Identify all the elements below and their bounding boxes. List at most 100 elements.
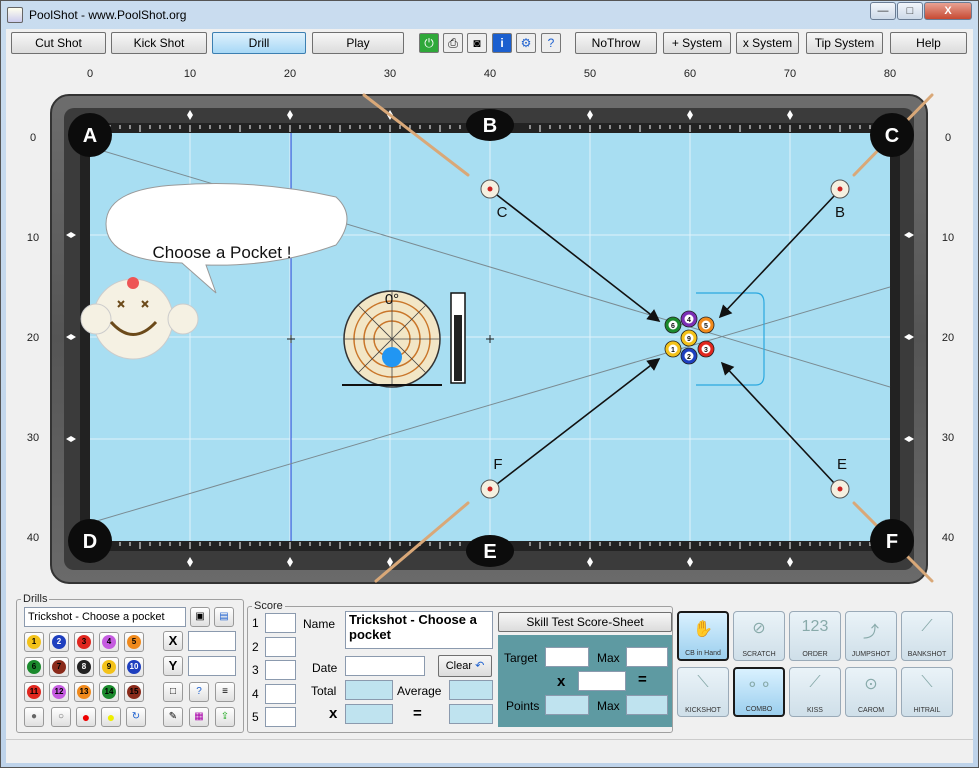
- clear-button[interactable]: Clear ↶: [438, 655, 492, 677]
- minimize-button[interactable]: —: [870, 2, 896, 20]
- pool-table[interactable]: 0 10 20 30 40 50 60 70 80 0 10 20 30 40 0 10 20 30 40: [6, 57, 973, 619]
- rack-ball-1[interactable]: 1: [664, 340, 682, 358]
- drill-type-combo[interactable]: ⚬⚬ COMBO: [733, 667, 785, 717]
- help-document-icon[interactable]: ?: [189, 682, 209, 702]
- result-field[interactable]: [449, 704, 493, 724]
- close-button[interactable]: X: [924, 2, 972, 20]
- score-row-field[interactable]: [265, 707, 296, 727]
- plus-system-button[interactable]: + System: [663, 32, 731, 54]
- target-max-field[interactable]: [626, 647, 668, 667]
- x-system-button[interactable]: x System: [736, 32, 799, 54]
- select-ball-14[interactable]: 14: [99, 682, 119, 702]
- drill-type-carom[interactable]: ⊙ CAROM: [845, 667, 897, 717]
- open-folder-icon[interactable]: ▣: [190, 607, 210, 627]
- drill-button[interactable]: Drill: [212, 32, 306, 54]
- power-icon[interactable]: ⏻: [419, 33, 439, 53]
- select-ball-12[interactable]: 12: [49, 682, 69, 702]
- select-ball-10[interactable]: 10: [124, 657, 144, 677]
- select-ball-7[interactable]: 7: [49, 657, 69, 677]
- drill-type-kickshot[interactable]: ⟍ KICKSHOT: [677, 667, 729, 717]
- drill-type-kiss[interactable]: ⟋ KISS: [789, 667, 841, 717]
- select-ball-11[interactable]: 11: [24, 682, 44, 702]
- help-icon[interactable]: ?: [541, 33, 561, 53]
- no-throw-lines-button[interactable]: NoThrow Lines: [575, 32, 657, 70]
- pocket-c[interactable]: C: [870, 113, 914, 157]
- pool-table-area[interactable]: 0 10 20 30 40 50 60 70 80 0 10 20 30 40 0 10 20 30 40: [6, 57, 973, 619]
- rack-ball-6[interactable]: 6: [664, 316, 682, 334]
- average-field[interactable]: [449, 680, 493, 700]
- skill-test-button[interactable]: Skill Test Score-Sheet: [498, 612, 672, 632]
- skill-multiplier-field[interactable]: [578, 671, 626, 691]
- help-button[interactable]: Help: [890, 32, 967, 54]
- left-ruler: 0 10 20 30 40: [27, 132, 39, 544]
- camera-icon[interactable]: ◙: [467, 33, 487, 53]
- info-icon[interactable]: i: [492, 33, 512, 53]
- score-row-field[interactable]: [265, 683, 296, 704]
- export-icon[interactable]: ⇪: [215, 707, 235, 727]
- undo-icon[interactable]: ↻: [126, 707, 146, 727]
- select-ball-8[interactable]: 8: [74, 657, 94, 677]
- notes-icon[interactable]: ✎: [163, 707, 183, 727]
- multiplier-field[interactable]: [345, 704, 393, 724]
- printer-icon[interactable]: ⎙: [443, 33, 463, 53]
- pocket-a[interactable]: A: [68, 113, 112, 157]
- palette-icon[interactable]: ▦: [189, 707, 209, 727]
- rack-ball-9[interactable]: 9: [680, 329, 698, 347]
- select-ball-9[interactable]: 9: [99, 657, 119, 677]
- total-field[interactable]: [345, 680, 393, 700]
- client-area: Cut Shot Kick Shot Drill Play ⏻ ⎙ ◙ i ⚙ …: [6, 29, 973, 763]
- pocket-b[interactable]: B: [466, 109, 514, 141]
- tip-system-button[interactable]: Tip System: [806, 32, 883, 54]
- score-name-field[interactable]: Trickshot - Choose a pocket: [345, 611, 493, 649]
- kick-shot-button[interactable]: Kick Shot: [111, 32, 207, 54]
- select-ball-1[interactable]: 1: [24, 632, 44, 652]
- settings-icon[interactable]: ⚙: [516, 33, 536, 53]
- maximize-button[interactable]: □: [897, 2, 923, 20]
- right-ruler: 0 10 20 30 40: [942, 132, 954, 544]
- score-row-field[interactable]: [265, 636, 296, 657]
- cue-tip-indicator[interactable]: 0°: [342, 290, 442, 388]
- target-field[interactable]: [545, 647, 589, 667]
- date-field[interactable]: [345, 656, 425, 676]
- power-gauge[interactable]: [450, 292, 466, 384]
- pocket-e[interactable]: E: [466, 535, 514, 567]
- select-ball-6[interactable]: 6: [24, 657, 44, 677]
- y-coordinate-field[interactable]: [188, 656, 236, 676]
- drill-type-order[interactable]: 123 ORDER: [789, 611, 841, 661]
- list-icon[interactable]: ≡: [215, 682, 235, 702]
- yellow-ball-button[interactable]: ●: [101, 707, 121, 727]
- select-ball-4[interactable]: 4: [99, 632, 119, 652]
- new-document-icon[interactable]: □: [163, 682, 183, 702]
- drill-type-cb-in-hand[interactable]: ✋ CB in Hand: [677, 611, 729, 661]
- rack-ball-2[interactable]: 2: [680, 347, 698, 365]
- play-button[interactable]: Play: [312, 32, 404, 54]
- select-ball-5[interactable]: 5: [124, 632, 144, 652]
- drill-type-hitrail[interactable]: ⟍ HITRAIL: [901, 667, 953, 717]
- score-row-field[interactable]: [265, 660, 296, 680]
- cue-ball-button[interactable]: ●: [24, 707, 44, 727]
- drill-type-scratch[interactable]: ⊘ SCRATCH: [733, 611, 785, 661]
- red-ball-button[interactable]: ●: [76, 707, 96, 727]
- save-icon[interactable]: ▤: [214, 607, 234, 627]
- drill-name-field[interactable]: Trickshot - Choose a pocket: [24, 607, 186, 627]
- rack-ball-3[interactable]: 3: [697, 340, 715, 358]
- score-row-number: 3: [252, 663, 259, 677]
- equals-sign: =: [413, 705, 422, 722]
- drill-type-bankshot[interactable]: ⟋ BANKSHOT: [901, 611, 953, 661]
- cut-shot-button[interactable]: Cut Shot: [11, 32, 106, 54]
- score-row-field[interactable]: [265, 613, 296, 633]
- ball-number: 8: [77, 660, 91, 674]
- points-field[interactable]: [545, 695, 589, 715]
- x-coordinate-field[interactable]: [188, 631, 236, 651]
- select-ball-2[interactable]: 2: [49, 632, 69, 652]
- drill-type-jumpshot[interactable]: ⤴ JUMPSHOT: [845, 611, 897, 661]
- pocket-f[interactable]: F: [870, 519, 914, 563]
- white-ball-button[interactable]: ○: [51, 707, 71, 727]
- points-max-field[interactable]: [626, 695, 668, 715]
- select-ball-15[interactable]: 15: [124, 682, 144, 702]
- pocket-d[interactable]: D: [68, 519, 112, 563]
- select-ball-3[interactable]: 3: [74, 632, 94, 652]
- rack-ball-4[interactable]: 4: [680, 310, 698, 328]
- select-ball-13[interactable]: 13: [74, 682, 94, 702]
- rack-ball-5[interactable]: 5: [697, 316, 715, 334]
